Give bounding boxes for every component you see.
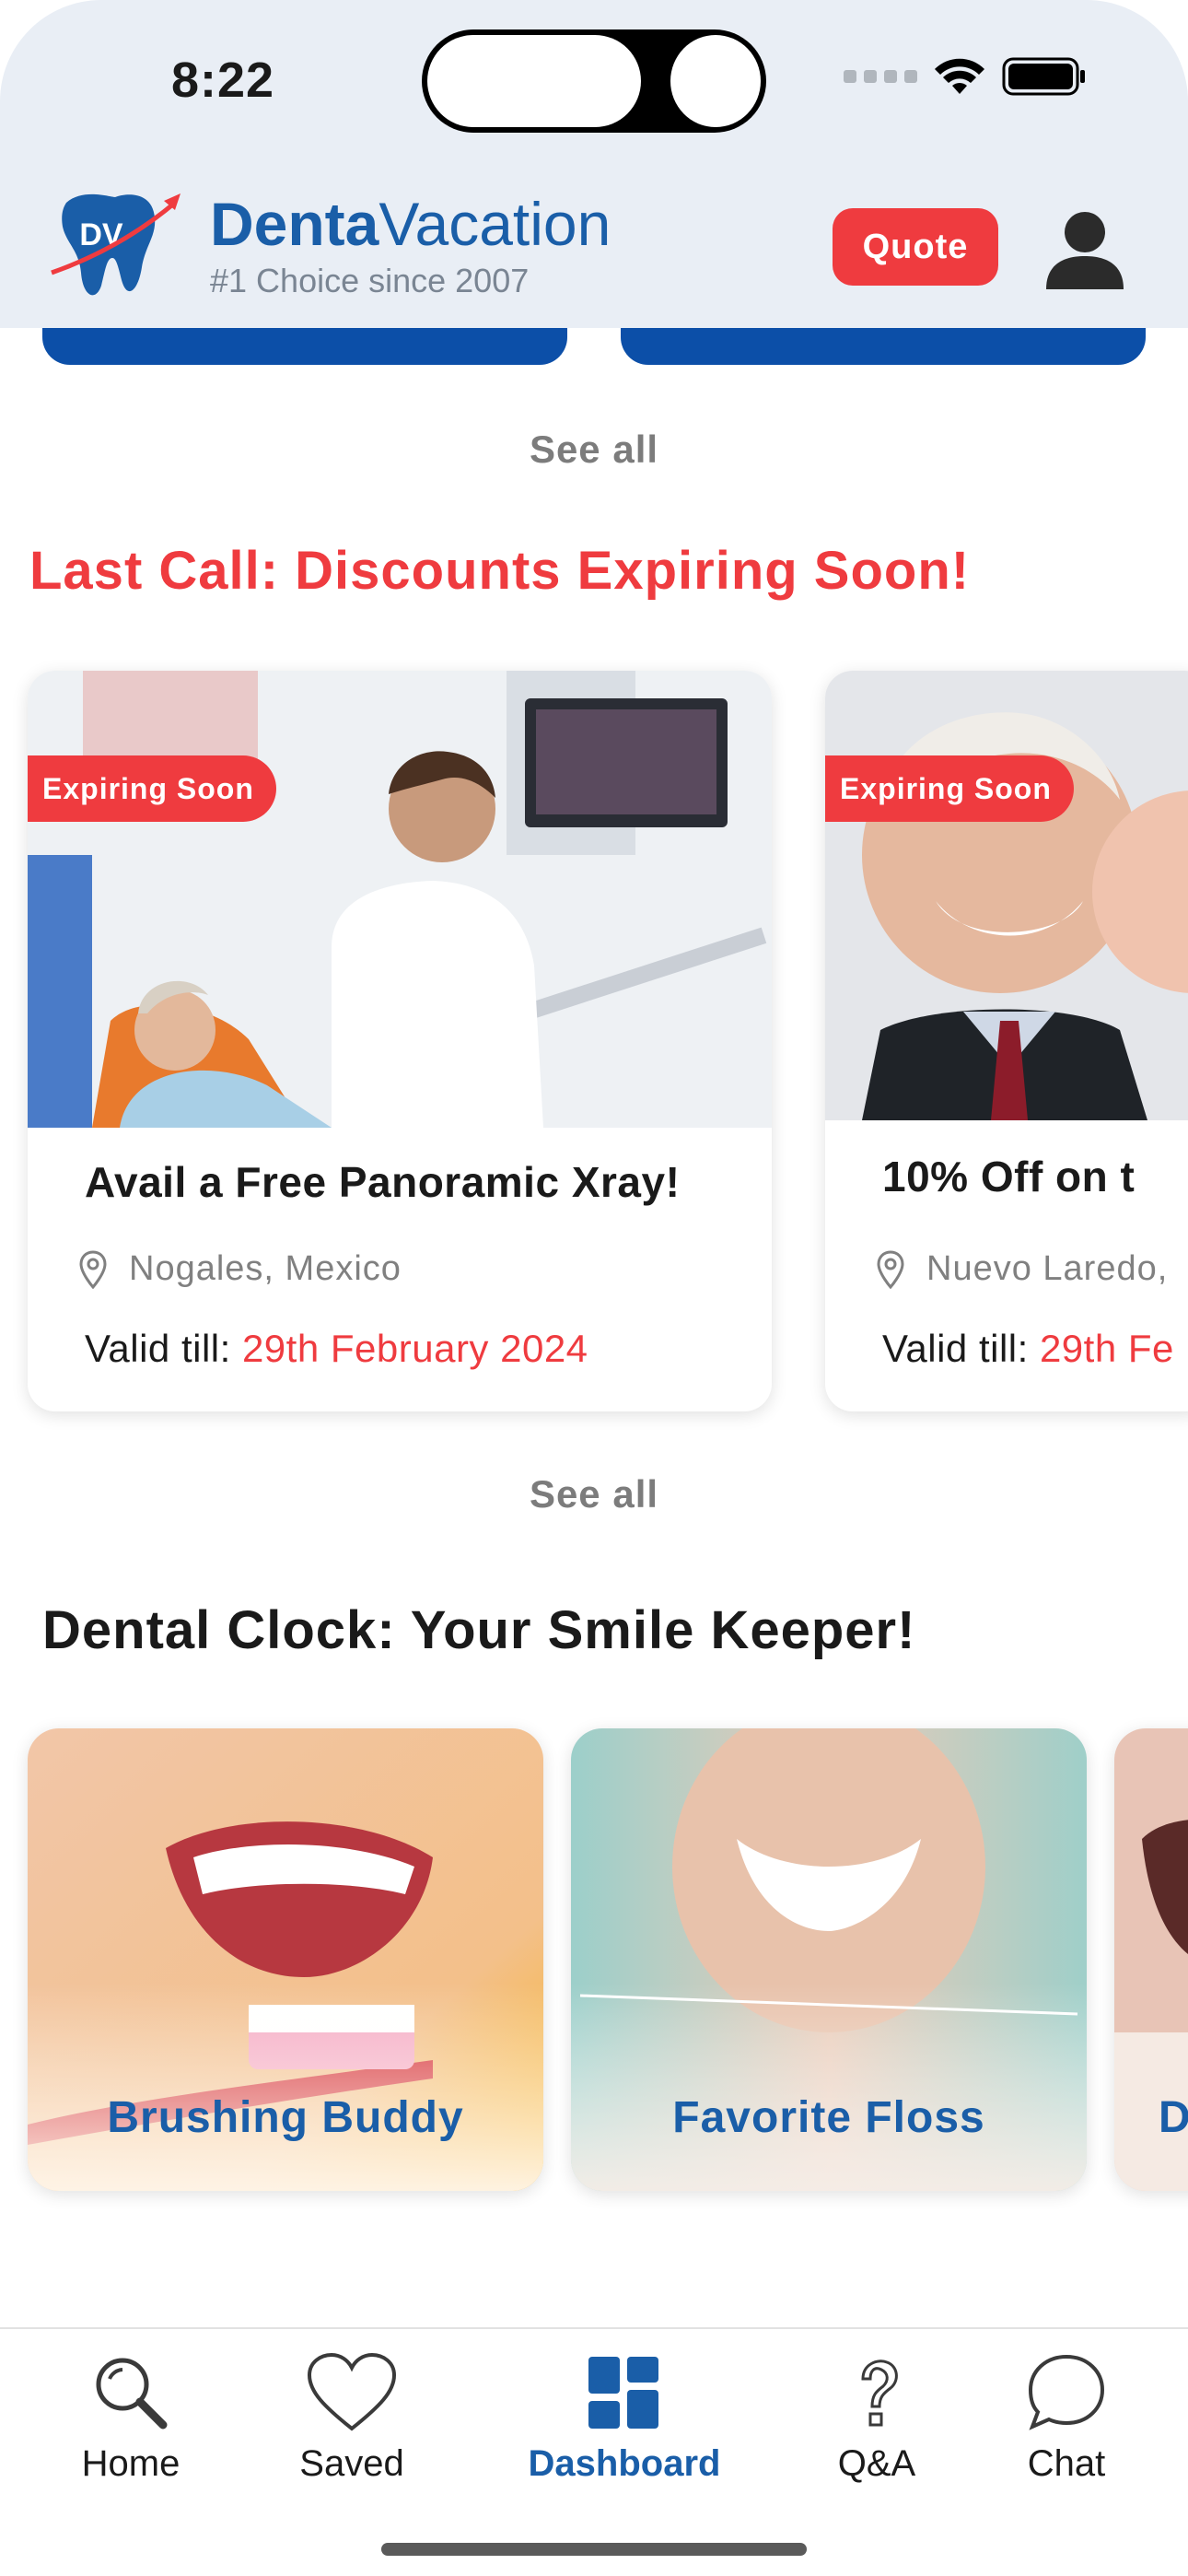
status-time: 8:22 xyxy=(171,53,275,108)
deal-title: 10% Off on t xyxy=(882,1153,1136,1200)
see-all-link[interactable]: See all xyxy=(0,427,1188,472)
wifi-icon xyxy=(935,58,984,94)
deal-location: Nuevo Laredo, xyxy=(877,1249,1168,1289)
deal-valid-till: Valid till: 29th February 2024 xyxy=(85,1327,588,1370)
tab-label: Home xyxy=(81,2443,181,2484)
clock-card-label: D xyxy=(1159,2093,1188,2142)
tab-dashboard[interactable]: Dashboard xyxy=(523,2351,726,2485)
expiring-soon-badge: Expiring Soon xyxy=(825,755,1074,822)
see-all-link[interactable]: See all xyxy=(0,1472,1188,1516)
clock-card-brushing[interactable]: Brushing Buddy xyxy=(28,1728,543,2191)
clock-card-label: Brushing Buddy xyxy=(107,2093,464,2142)
question-icon xyxy=(861,2359,898,2427)
clock-card-floss[interactable]: Favorite Floss xyxy=(571,1728,1087,2191)
clock-card-partial[interactable]: D xyxy=(1114,1728,1188,2191)
brand-name: DentaVacation xyxy=(210,190,611,258)
tab-home[interactable]: Home xyxy=(29,2351,232,2485)
tab-label: Saved xyxy=(299,2443,404,2484)
svg-text:DV: DV xyxy=(79,217,123,252)
deal-valid-date: 29th February 2024 xyxy=(241,1327,588,1370)
tab-saved[interactable]: Saved xyxy=(250,2351,453,2485)
tab-qa[interactable]: Q&A xyxy=(775,2351,978,2485)
deal-valid-till: Valid till: 29th Fe xyxy=(882,1327,1174,1370)
deal-card[interactable]: Expiring Soon 10% Off on t Nuevo Laredo,… xyxy=(825,671,1188,1411)
expiring-soon-badge: Expiring Soon xyxy=(28,755,276,822)
tab-label: Dashboard xyxy=(528,2443,721,2484)
chat-bubble-icon xyxy=(1028,2354,1105,2430)
deal-card[interactable]: Expiring Soon Avail a Free Panoramic Xra… xyxy=(28,671,772,1411)
dashboard-icon xyxy=(588,2357,658,2429)
quote-button[interactable]: Quote xyxy=(833,208,998,286)
brand-tagline: #1 Choice since 2007 xyxy=(210,262,530,299)
tab-chat[interactable]: Chat xyxy=(965,2351,1168,2485)
heart-icon xyxy=(307,2352,397,2431)
deal-valid-date: 29th Fe xyxy=(1039,1327,1174,1370)
brand: DentaVacation #1 Choice since 2007 xyxy=(210,193,611,300)
search-icon xyxy=(96,2358,168,2430)
location-pin-icon xyxy=(79,1249,107,1289)
dentavacation-logo: DV xyxy=(51,193,181,296)
user-profile-icon[interactable] xyxy=(1041,205,1129,293)
cellular-signal-icon xyxy=(844,70,917,83)
deal-image-dentist xyxy=(28,671,772,1128)
dynamic-island xyxy=(422,29,766,133)
section-title-dental-clock: Dental Clock: Your Smile Keeper! xyxy=(42,1600,916,1660)
location-pin-icon xyxy=(877,1249,904,1289)
app-header: 8:22 DV DentaVacation #1 Choice since 20… xyxy=(0,0,1188,328)
battery-icon xyxy=(1002,57,1085,96)
deal-title: Avail a Free Panoramic Xray! xyxy=(85,1158,681,1206)
home-indicator xyxy=(381,2543,807,2556)
bottom-tab-bar: Home Saved Dashboard Q&A Chat xyxy=(0,2327,1188,2576)
section-title-expiring: Last Call: Discounts Expiring Soon! xyxy=(29,541,971,601)
deal-image-couple xyxy=(825,671,1188,1120)
tab-label: Q&A xyxy=(837,2443,916,2484)
status-icons xyxy=(844,57,1087,96)
tab-label: Chat xyxy=(1027,2443,1106,2484)
clock-card-label: Favorite Floss xyxy=(672,2093,985,2142)
deal-location: Nogales, Mexico xyxy=(79,1249,402,1289)
